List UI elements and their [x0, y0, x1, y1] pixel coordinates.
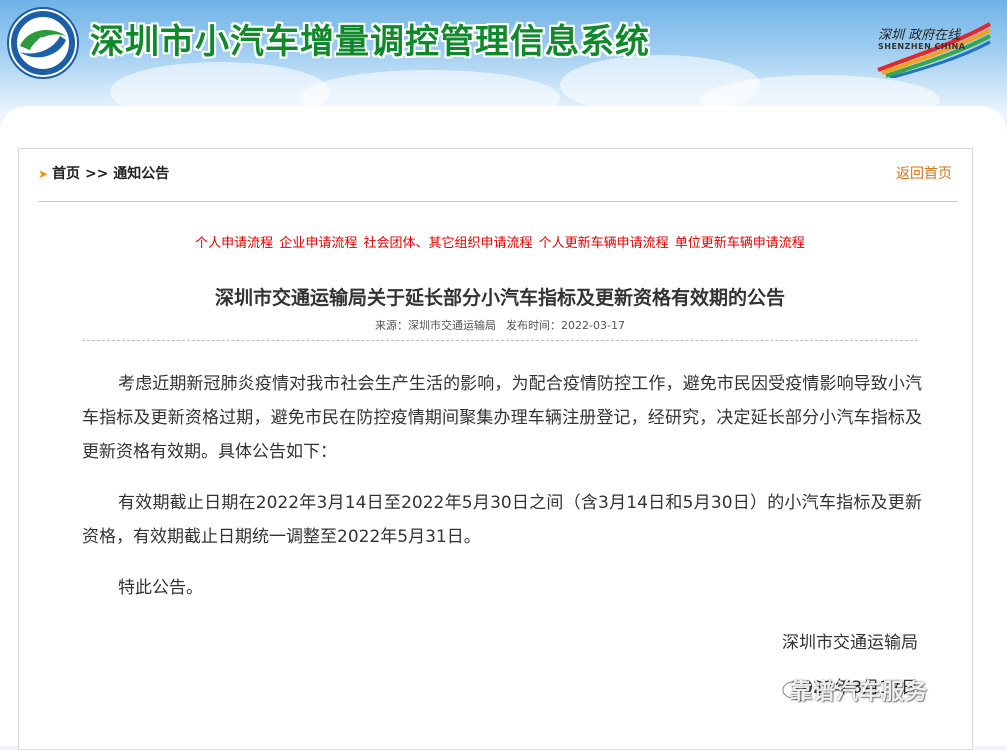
site-header: 深圳市小汽车增量调控管理信息系统 深圳 政府在线 SHENZHEN CHINA [0, 0, 1007, 112]
source-label: 来源： [375, 319, 409, 332]
link-company-apply[interactable]: 企业申请流程 [279, 236, 357, 251]
article-title: 深圳市交通运输局关于延长部分小汽车指标及更新资格有效期的公告 [214, 287, 785, 309]
arrow-right-icon: ➤ [38, 167, 49, 181]
link-personal-renew[interactable]: 个人更新车辆申请流程 [539, 236, 669, 251]
transport-logo-icon [7, 7, 79, 79]
breadcrumb-current[interactable]: 通知公告 [113, 166, 169, 182]
breadcrumb-home[interactable]: 首页 [52, 166, 80, 182]
link-organization-apply[interactable]: 社会团体、其它组织申请流程 [363, 236, 532, 251]
link-personal-apply[interactable]: 个人申请流程 [195, 236, 273, 251]
cloud-decoration [110, 62, 330, 112]
gov-logo-english: SHENZHEN CHINA [878, 42, 966, 51]
article-date: 2022-03-17 [561, 319, 625, 332]
signature: 深圳市交通运输局 [782, 633, 918, 653]
back-home-link[interactable]: 返回首页 [896, 163, 952, 185]
breadcrumb-separator: >> [84, 166, 109, 182]
gov-logo-text: 深圳 政府在线 [878, 28, 961, 43]
divider [38, 201, 958, 202]
process-links: 个人申请流程 企业申请流程 社会团体、其它组织申请流程 个人更新车辆申请流程 单… [0, 232, 1000, 251]
site-title: 深圳市小汽车增量调控管理信息系统 [90, 22, 650, 62]
breadcrumb: ➤ 首页 >> 通知公告 [38, 163, 169, 185]
link-unit-renew[interactable]: 单位更新车辆申请流程 [675, 236, 805, 251]
article-paragraph: 特此公告。 [118, 578, 203, 598]
dashed-divider [82, 340, 918, 341]
article-paragraph: 有效期截止日期在2022年3月14日至2022年5月30日之间（含3月14日和5… [82, 493, 922, 547]
watermark-text: 靠谱汽车服务 [790, 680, 929, 705]
article-paragraph: 考虑近期新冠肺炎疫情对我市社会生产生活的影响，为配合疫情防控工作，避免市民因受疫… [82, 374, 922, 462]
article-source: 深圳市交通运输局 [408, 319, 497, 332]
article-meta: 来源：深圳市交通运输局 发布时间：2022-03-17 [0, 317, 1000, 333]
date-label: 发布时间： [506, 319, 562, 332]
